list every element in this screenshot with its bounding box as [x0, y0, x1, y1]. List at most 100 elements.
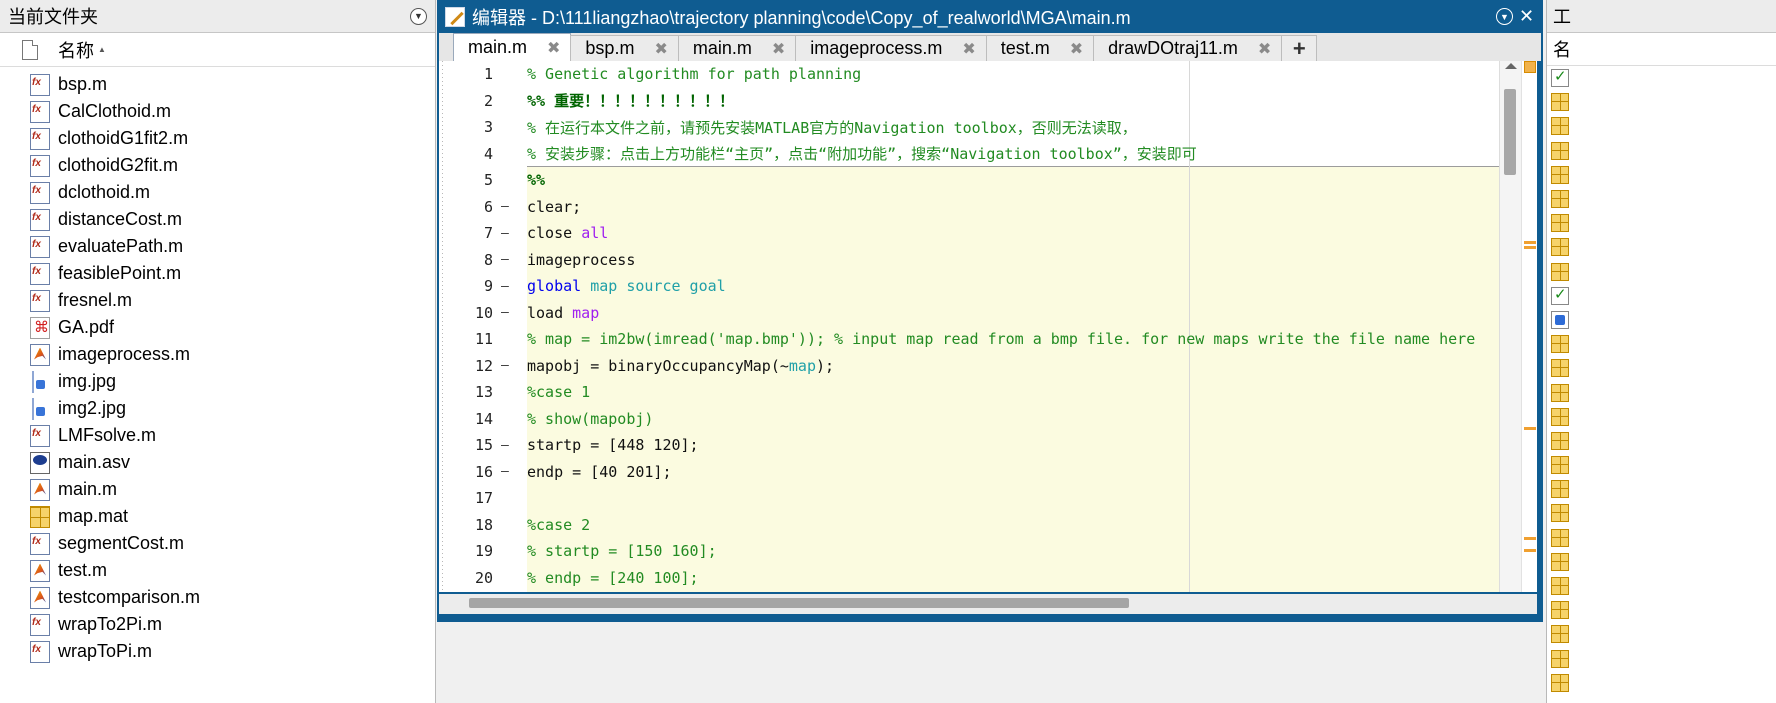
scroll-up-icon[interactable]	[1505, 63, 1517, 69]
workspace-variable[interactable]	[1547, 308, 1776, 332]
file-item[interactable]: fresnel.m	[0, 287, 435, 314]
file-item[interactable]: main.m	[0, 476, 435, 503]
workspace-variable[interactable]	[1547, 453, 1776, 477]
code-line[interactable]: 13 %case 1	[439, 379, 1499, 406]
workspace-variable[interactable]	[1547, 260, 1776, 284]
file-item[interactable]: testcomparison.m	[0, 584, 435, 611]
code-line[interactable]: 17	[439, 485, 1499, 512]
code-line[interactable]: 18 %case 2	[439, 512, 1499, 539]
editor-tab[interactable]: main.m ✖	[677, 35, 797, 61]
code-line[interactable]: 5%%	[439, 167, 1499, 194]
breakpoint-marker[interactable]: —	[497, 358, 527, 373]
workspace-variable[interactable]	[1547, 429, 1776, 453]
panel-actions-icon[interactable]: ▼	[410, 8, 427, 25]
horizontal-scroll-thumb[interactable]	[469, 598, 1129, 608]
code-line[interactable]: 3 % 在运行本文件之前，请预先安装MATLAB官方的Navigation too…	[439, 114, 1499, 141]
breakpoint-marker[interactable]: —	[497, 305, 527, 320]
file-item[interactable]: LMFsolve.m	[0, 422, 435, 449]
workspace-variable[interactable]	[1547, 163, 1776, 187]
column-header[interactable]: 名称 ▲	[0, 33, 435, 67]
warning-marker[interactable]	[1524, 427, 1536, 430]
workspace-variable[interactable]	[1547, 332, 1776, 356]
file-item[interactable]: bsp.m	[0, 71, 435, 98]
editor-tab[interactable]: main.m ✖	[453, 33, 572, 61]
horizontal-scrollbar[interactable]	[439, 594, 1537, 614]
code-line[interactable]: 20 % endp = [240 100];	[439, 565, 1499, 592]
tab-close-icon[interactable]: ✖	[654, 39, 667, 59]
editor-tab[interactable]: test.m ✖	[985, 35, 1095, 61]
workspace-variable[interactable]	[1547, 284, 1776, 308]
workspace-variable[interactable]	[1547, 356, 1776, 380]
workspace-variable[interactable]	[1547, 598, 1776, 622]
file-item[interactable]: feasiblePoint.m	[0, 260, 435, 287]
file-item[interactable]: segmentCost.m	[0, 530, 435, 557]
code-line[interactable]: 15 — startp = [448 120];	[439, 432, 1499, 459]
workspace-variable[interactable]	[1547, 139, 1776, 163]
code-line[interactable]: 19 % startp = [150 160];	[439, 538, 1499, 565]
workspace-variable[interactable]	[1547, 574, 1776, 598]
code-line[interactable]: 10 — load map	[439, 300, 1499, 327]
workspace-variable[interactable]	[1547, 501, 1776, 525]
tab-close-icon[interactable]: ✖	[962, 39, 975, 59]
vertical-scroll-thumb[interactable]	[1504, 89, 1516, 175]
code-line[interactable]: 6 — clear;	[439, 194, 1499, 221]
editor-tab[interactable]: drawDOtraj11.m ✖	[1093, 35, 1283, 61]
workspace-variable[interactable]	[1547, 526, 1776, 550]
warning-marker[interactable]	[1524, 549, 1536, 552]
code-line[interactable]: 8 — imageprocess	[439, 247, 1499, 274]
code-line[interactable]: 11 % map = im2bw(imread('map.bmp')); % in…	[439, 326, 1499, 353]
editor-actions-icon[interactable]: ▼	[1496, 8, 1513, 25]
code-line[interactable]: 2 %% 重要！！！！！！！！！！	[439, 88, 1499, 115]
breakpoint-marker[interactable]: —	[497, 438, 527, 453]
tab-close-icon[interactable]: ✖	[547, 38, 560, 58]
file-item[interactable]: CalClothoid.m	[0, 98, 435, 125]
tab-close-icon[interactable]: ✖	[1070, 39, 1083, 59]
file-item[interactable]: wrapToPi.m	[0, 638, 435, 665]
workspace-variable[interactable]	[1547, 405, 1776, 429]
code-line[interactable]: 12 — mapobj = binaryOccupancyMap(~map);	[439, 353, 1499, 380]
breakpoint-marker[interactable]: —	[497, 226, 527, 241]
workspace-variable[interactable]	[1547, 647, 1776, 671]
file-item[interactable]: evaluatePath.m	[0, 233, 435, 260]
file-item[interactable]: GA.pdf	[0, 314, 435, 341]
warning-indicator-icon[interactable]	[1524, 61, 1536, 73]
file-item[interactable]: dclothoid.m	[0, 179, 435, 206]
file-item[interactable]: main.asv	[0, 449, 435, 476]
name-column-label[interactable]: 名称	[58, 37, 94, 63]
workspace-variable[interactable]	[1547, 211, 1776, 235]
file-item[interactable]: distanceCost.m	[0, 206, 435, 233]
workspace-variable[interactable]	[1547, 550, 1776, 574]
warning-marker[interactable]	[1524, 241, 1536, 244]
workspace-variable[interactable]	[1547, 90, 1776, 114]
editor-tab[interactable]: imageprocess.m ✖	[795, 35, 987, 61]
vertical-scrollbar[interactable]	[1499, 61, 1521, 592]
workspace-variable[interactable]	[1547, 66, 1776, 90]
file-item[interactable]: imageprocess.m	[0, 341, 435, 368]
code-line[interactable]: 14 % show(mapobj)	[439, 406, 1499, 433]
code-line[interactable]: 9 — global map source goal	[439, 273, 1499, 300]
workspace-variable[interactable]	[1547, 187, 1776, 211]
code-editor[interactable]: 1 % Genetic algorithm for path planning 2%…	[439, 61, 1537, 592]
file-item[interactable]: map.mat	[0, 503, 435, 530]
breakpoint-marker[interactable]: —	[497, 464, 527, 479]
code-line[interactable]: 16 — endp = [40 201];	[439, 459, 1499, 486]
code-line[interactable]: 1 % Genetic algorithm for path planning	[439, 61, 1499, 88]
editor-close-icon[interactable]: ✕	[1518, 7, 1535, 25]
workspace-variable[interactable]	[1547, 622, 1776, 646]
file-item[interactable]: img2.jpg	[0, 395, 435, 422]
breakpoint-marker[interactable]: —	[497, 199, 527, 214]
workspace-variable[interactable]	[1547, 380, 1776, 404]
workspace-name-column[interactable]: 名	[1547, 33, 1776, 66]
code-line[interactable]: 7 — close all	[439, 220, 1499, 247]
file-item[interactable]: img.jpg	[0, 368, 435, 395]
tab-close-icon[interactable]: ✖	[1258, 39, 1271, 59]
new-tab-button[interactable]: +	[1281, 35, 1318, 61]
workspace-variable[interactable]	[1547, 235, 1776, 259]
workspace-variable[interactable]	[1547, 114, 1776, 138]
workspace-variable[interactable]	[1547, 671, 1776, 695]
breakpoint-marker[interactable]: —	[497, 279, 527, 294]
workspace-variable[interactable]	[1547, 477, 1776, 501]
file-item[interactable]: test.m	[0, 557, 435, 584]
warning-marker[interactable]	[1524, 537, 1536, 540]
file-item[interactable]: clothoidG1fit2.m	[0, 125, 435, 152]
